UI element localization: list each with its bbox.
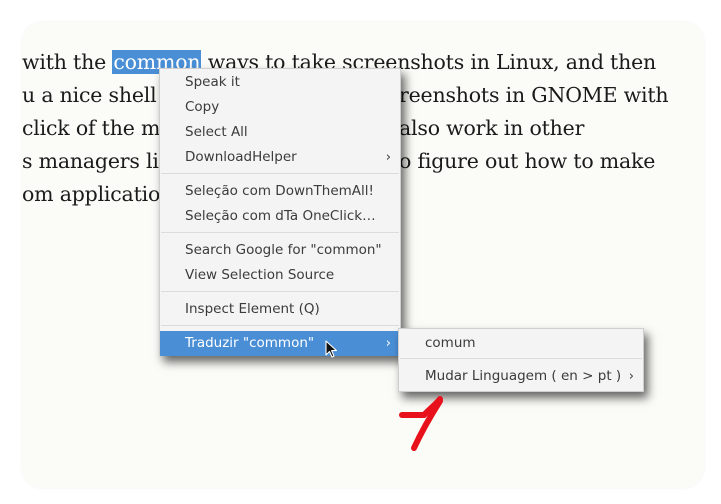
- menu-item-downloadhelper[interactable]: DownloadHelper ›: [160, 145, 400, 170]
- menu-item-select-all[interactable]: Select All: [160, 120, 400, 145]
- chevron-right-icon: ›: [628, 369, 634, 384]
- menu-separator: [400, 358, 642, 359]
- menu-item-view-selection-source[interactable]: View Selection Source: [160, 263, 400, 288]
- menu-separator: [161, 291, 399, 292]
- article-line-5-left: om application: [22, 182, 174, 206]
- article-line-3-right: also work in other: [399, 116, 585, 140]
- menu-item-label: Traduzir "common": [185, 335, 315, 351]
- menu-item-copy[interactable]: Copy: [160, 95, 400, 120]
- translation-result[interactable]: comum: [399, 331, 643, 356]
- menu-item-change-language[interactable]: Mudar Linguagem ( en > pt ) ›: [399, 364, 643, 389]
- article-text: with the: [22, 50, 113, 74]
- article-line-4-left: s managers lik: [22, 149, 171, 173]
- menu-item-speak-it[interactable]: Speak it: [160, 70, 400, 95]
- menu-separator: [161, 325, 399, 326]
- menu-item-label: Mudar Linguagem ( en > pt ): [425, 368, 622, 384]
- menu-item-traduzir[interactable]: Traduzir "common" ›: [160, 331, 400, 356]
- menu-separator: [161, 232, 399, 233]
- article-line-3-left: click of the mo: [22, 116, 173, 140]
- menu-item-inspect-element[interactable]: Inspect Element (Q): [160, 297, 400, 322]
- chevron-right-icon: ›: [385, 150, 391, 165]
- article-line-2-right: reenshots in GNOME with: [399, 83, 669, 107]
- menu-separator: [161, 173, 399, 174]
- article-line-2-left: u a nice shell s: [22, 83, 174, 107]
- chevron-right-icon: ›: [385, 336, 391, 351]
- menu-item-selecao-downthemall[interactable]: Seleção com DownThemAll!: [160, 179, 400, 204]
- menu-item-label: DownloadHelper: [185, 149, 297, 165]
- mouse-pointer-icon: [325, 340, 338, 358]
- menu-item-search-google[interactable]: Search Google for "common": [160, 238, 400, 263]
- red-arrow-annotation-icon: [399, 396, 443, 451]
- menu-item-selecao-oneclick[interactable]: Seleção com dTa OneClick…: [160, 204, 400, 229]
- translate-submenu: comum Mudar Linguagem ( en > pt ) ›: [398, 328, 644, 392]
- article-line-4-right: o figure out how to make: [399, 149, 656, 173]
- context-menu: Speak it Copy Select All DownloadHelper …: [159, 68, 401, 356]
